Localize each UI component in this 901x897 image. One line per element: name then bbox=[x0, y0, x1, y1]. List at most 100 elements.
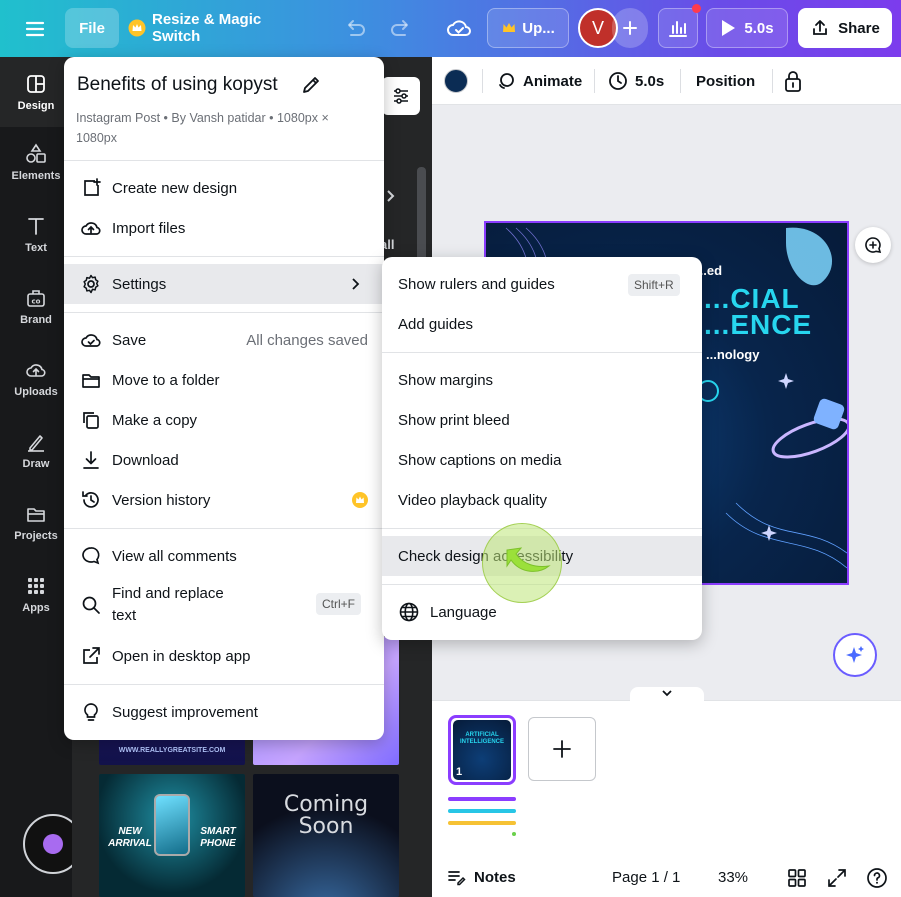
template-thumbnail[interactable]: NEW ARRIVAL SMART PHONE bbox=[99, 774, 245, 897]
submenu-item-rulers[interactable]: Show rulers and guides Shift+R bbox=[382, 264, 702, 304]
submenu-item-label: Show print bleed bbox=[398, 411, 510, 429]
magic-button[interactable] bbox=[833, 633, 877, 677]
zoom-level[interactable]: 33% bbox=[718, 869, 748, 886]
submenu-item-playback-quality[interactable]: Video playback quality bbox=[382, 480, 702, 520]
share-button[interactable]: Share bbox=[798, 8, 892, 48]
rail-item-projects[interactable]: Projects bbox=[0, 487, 72, 557]
menu-item-find-replace[interactable]: Find and replace text Ctrl+F bbox=[64, 578, 384, 632]
rail-item-brand[interactable]: co Brand bbox=[0, 271, 72, 341]
submenu-item-add-guides[interactable]: Add guides bbox=[382, 304, 702, 344]
filter-button[interactable] bbox=[382, 77, 420, 115]
menu-item-suggest-improvement[interactable]: Suggest improvement bbox=[64, 692, 384, 732]
menu-item-label: Open in desktop app bbox=[112, 647, 251, 665]
menu-item-import-files[interactable]: Import files bbox=[64, 208, 384, 248]
editor-toolbar: Animate 5.0s Position bbox=[432, 57, 901, 105]
submenu-item-margins[interactable]: Show margins bbox=[382, 360, 702, 400]
chevron-right-icon[interactable] bbox=[384, 189, 398, 203]
lightbulb-icon bbox=[84, 703, 98, 721]
add-comment-button[interactable] bbox=[855, 227, 891, 263]
menu-item-move-folder[interactable]: Move to a folder bbox=[64, 360, 384, 400]
menu-item-create-design[interactable]: Create new design bbox=[64, 168, 384, 208]
click-marker bbox=[482, 523, 562, 603]
lock-icon[interactable] bbox=[782, 69, 804, 93]
share-label: Share bbox=[838, 19, 880, 37]
rail-item-text[interactable]: Text bbox=[0, 199, 72, 269]
page-number: 1 bbox=[456, 766, 463, 778]
crown-icon bbox=[501, 20, 517, 36]
menu-icon[interactable] bbox=[22, 16, 48, 42]
menu-item-label: Suggest improvement bbox=[112, 703, 258, 721]
divider bbox=[594, 69, 595, 93]
copy-icon bbox=[83, 412, 99, 429]
upgrade-button[interactable]: Up... bbox=[487, 8, 569, 48]
menu-item-label: Import files bbox=[112, 219, 186, 237]
save-status: All changes saved bbox=[246, 331, 368, 349]
submenu-item-label: Show margins bbox=[398, 371, 494, 389]
external-link-icon bbox=[83, 647, 100, 664]
play-icon bbox=[722, 20, 736, 36]
design-subtitle: Instagram Post • By Vansh patidar • 1080… bbox=[76, 111, 329, 145]
page-thumbnail[interactable]: ARTIFICIAL INTELLIGENCE 1 bbox=[448, 715, 516, 785]
duration-button[interactable]: 5.0s bbox=[608, 57, 664, 105]
submenu-item-label: Video playback quality bbox=[398, 491, 547, 509]
menu-item-save[interactable]: Save All changes saved bbox=[64, 320, 384, 360]
submenu-item-captions[interactable]: Show captions on media bbox=[382, 440, 702, 480]
rail-item-design[interactable]: Design bbox=[0, 57, 72, 127]
cloud-saved-icon[interactable] bbox=[446, 16, 472, 42]
play-button[interactable]: 5.0s bbox=[706, 8, 788, 48]
animate-icon bbox=[499, 73, 514, 89]
plus-icon bbox=[623, 21, 637, 35]
design-icon bbox=[27, 74, 45, 93]
collapse-pages-button[interactable] bbox=[630, 687, 704, 703]
duration-label: 5.0s bbox=[635, 72, 665, 90]
rail-label: Elements bbox=[11, 169, 61, 182]
chart-icon bbox=[669, 21, 687, 37]
submenu-item-print-bleed[interactable]: Show print bleed bbox=[382, 400, 702, 440]
page-indicator[interactable]: Page 1 / 1 bbox=[612, 869, 680, 886]
menu-item-settings[interactable]: Settings bbox=[64, 264, 384, 304]
rail-item-elements[interactable]: Elements bbox=[0, 127, 72, 197]
menu-item-make-copy[interactable]: Make a copy bbox=[64, 400, 384, 440]
rail-label: Apps bbox=[22, 601, 50, 614]
canvas-text-line3[interactable]: ...ENCE bbox=[704, 309, 812, 341]
rail-item-apps[interactable]: Apps bbox=[0, 559, 72, 629]
fullscreen-icon[interactable] bbox=[826, 867, 848, 889]
cloud-upload-icon bbox=[81, 222, 101, 235]
template-thumbnail[interactable]: Coming Soon bbox=[253, 774, 399, 897]
color-swatch[interactable] bbox=[444, 69, 468, 93]
rail-item-uploads[interactable]: Uploads bbox=[0, 343, 72, 413]
add-collaborator-button[interactable] bbox=[612, 8, 648, 48]
help-icon[interactable] bbox=[866, 867, 888, 889]
menu-item-version-history[interactable]: Version history bbox=[64, 480, 384, 520]
divider bbox=[64, 312, 384, 313]
submenu-item-language[interactable]: Language bbox=[382, 592, 702, 632]
menu-item-download[interactable]: Download bbox=[64, 440, 384, 480]
folder-icon bbox=[82, 374, 100, 388]
grid-view-icon[interactable] bbox=[786, 867, 808, 889]
rail-item-draw[interactable]: Draw bbox=[0, 415, 72, 485]
file-button[interactable]: File bbox=[65, 8, 119, 48]
sparkle-icon bbox=[846, 646, 864, 663]
canvas-text-line4[interactable]: ...nology bbox=[706, 347, 759, 362]
cloud-check-icon bbox=[81, 334, 101, 347]
position-button[interactable]: Position bbox=[696, 57, 755, 105]
menu-item-view-comments[interactable]: View all comments bbox=[64, 536, 384, 576]
undo-icon[interactable] bbox=[342, 16, 368, 42]
history-icon bbox=[82, 491, 99, 508]
add-page-button[interactable] bbox=[528, 717, 596, 781]
menu-item-open-desktop[interactable]: Open in desktop app bbox=[64, 636, 384, 676]
template-coming-soon-text: Coming Soon bbox=[283, 792, 369, 839]
animate-button[interactable]: Animate bbox=[496, 57, 582, 105]
notes-button[interactable]: Notes bbox=[446, 867, 516, 887]
redo-icon[interactable] bbox=[388, 16, 414, 42]
design-title[interactable]: Benefits of using kopyst bbox=[77, 74, 278, 96]
rail-label: Brand bbox=[20, 313, 52, 326]
resize-button[interactable]: Resize & Magic Switch bbox=[128, 8, 308, 48]
play-duration: 5.0s bbox=[744, 19, 774, 37]
shortcut-badge: Shift+R bbox=[628, 274, 680, 296]
pencil-icon[interactable] bbox=[300, 74, 322, 96]
divider bbox=[482, 69, 483, 93]
submenu-item-label: Show captions on media bbox=[398, 451, 562, 469]
bottom-panel: ARTIFICIAL INTELLIGENCE 1 Notes Page 1 /… bbox=[432, 687, 901, 897]
insights-button[interactable] bbox=[658, 8, 698, 48]
